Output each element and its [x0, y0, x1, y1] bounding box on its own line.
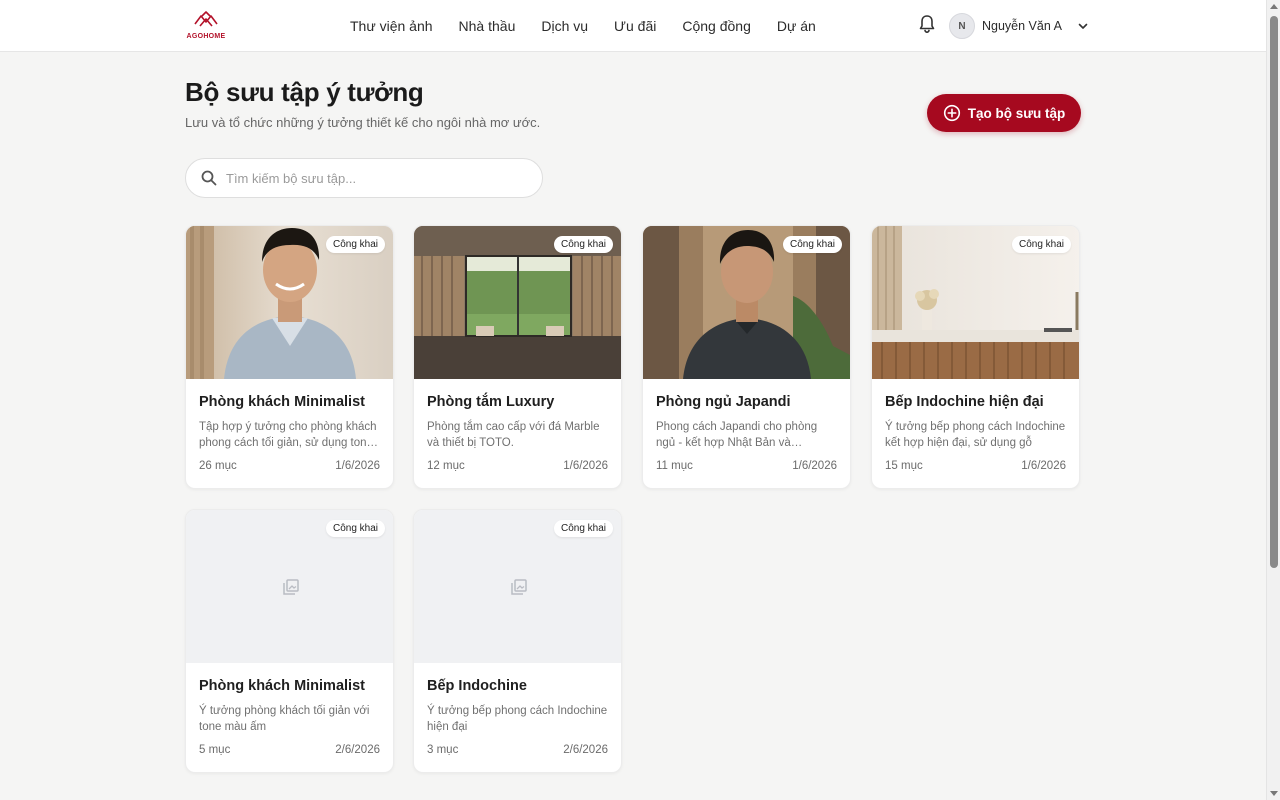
nav-item-photo-library[interactable]: Thư viện ảnh: [350, 18, 433, 34]
visibility-badge: Công khai: [325, 520, 385, 537]
nav-item-services[interactable]: Dịch vụ: [541, 18, 588, 34]
visibility-badge: Công khai: [553, 236, 613, 253]
collection-description: Phòng tắm cao cấp với đá Marble và thiết…: [427, 421, 600, 449]
collection-description: Tập hợp ý tưởng cho phòng khách phong cá…: [199, 421, 377, 449]
collection-item-count: 15 mục: [885, 460, 923, 472]
page-subtitle: Lưu và tổ chức những ý tưởng thiết kế ch…: [185, 115, 541, 130]
create-collection-label: Tạo bộ sưu tập: [967, 105, 1066, 121]
collection-thumbnail: Công khai: [186, 226, 393, 379]
page-scrollbar[interactable]: [1266, 0, 1280, 800]
search-icon: [201, 170, 217, 186]
collection-card[interactable]: Công khai Phòng tắm Luxury Phòng tắm cao…: [413, 225, 622, 489]
nav-item-contractors[interactable]: Nhà thầu: [459, 18, 516, 34]
collection-title: Phòng ngủ Japandi: [656, 394, 791, 410]
scroll-down-arrow-icon[interactable]: [1270, 791, 1278, 796]
plus-circle-icon: [943, 104, 960, 122]
main-nav: Thư viện ảnh Nhà thầu Dịch vụ Ưu đãi Cộn…: [350, 0, 816, 52]
agohome-logo[interactable]: AGOHOME: [184, 10, 228, 42]
nav-item-community[interactable]: Cộng đồng: [682, 18, 751, 34]
collection-thumbnail-placeholder: Công khai: [414, 510, 621, 663]
collection-description: Ý tưởng bếp phong cách Indochine kết hợp…: [885, 421, 1066, 449]
visibility-badge: Công khai: [553, 520, 613, 537]
collection-card[interactable]: Công khai Bếp Indochine Ý tưởng bếp phon…: [413, 509, 622, 773]
visibility-badge: Công khai: [1011, 236, 1071, 253]
collection-date: 2/6/2026: [335, 744, 380, 756]
logo-mark-icon: [194, 11, 218, 27]
collection-date: 1/6/2026: [792, 460, 837, 472]
collection-date: 1/6/2026: [1021, 460, 1066, 472]
collection-title: Phòng tắm Luxury: [427, 394, 555, 410]
nav-item-deals[interactable]: Ưu đãi: [614, 18, 656, 34]
user-menu[interactable]: N Nguyễn Văn A: [949, 13, 1089, 39]
collection-card[interactable]: Công khai Phòng khách Minimalist Ý tưởng…: [185, 509, 394, 773]
page-title: Bộ sưu tập ý tưởng: [185, 77, 424, 107]
collection-item-count: 5 mục: [199, 744, 231, 756]
collection-thumbnail: Công khai: [872, 226, 1079, 379]
avatar: N: [949, 13, 975, 39]
collection-item-count: 26 mục: [199, 460, 237, 472]
collection-card[interactable]: Công khai Phòng khách Minimalist Tập hợp…: [185, 225, 394, 489]
user-name: Nguyễn Văn A: [982, 19, 1062, 33]
top-navigation-bar: AGOHOME Thư viện ảnh Nhà thầu Dịch vụ Ưu…: [0, 0, 1266, 52]
collection-item-count: 11 mục: [656, 460, 693, 472]
collection-title: Phòng khách Minimalist: [199, 678, 365, 694]
search-box: [185, 158, 543, 198]
collection-description: Ý tưởng bếp phong cách Indochine hiện đạ…: [427, 705, 608, 733]
collection-thumbnail: Công khai: [643, 226, 850, 379]
collection-title: Bếp Indochine: [427, 678, 527, 694]
visibility-badge: Công khai: [782, 236, 842, 253]
nav-item-projects[interactable]: Dự án: [777, 18, 816, 34]
collection-title: Phòng khách Minimalist: [199, 394, 365, 410]
collection-thumbnail-placeholder: Công khai: [186, 510, 393, 663]
logo-text: AGOHOME: [186, 33, 226, 40]
collection-title: Bếp Indochine hiện đại: [885, 394, 1044, 410]
notification-bell-icon[interactable]: [918, 14, 936, 34]
collection-card[interactable]: Công khai Phòng ngủ Japandi Phong cách J…: [642, 225, 851, 489]
collection-item-count: 12 mục: [427, 460, 465, 472]
collection-description: Ý tưởng phòng khách tối giản với tone mà…: [199, 705, 370, 733]
collection-date: 2/6/2026: [563, 744, 608, 756]
scroll-up-arrow-icon[interactable]: [1270, 4, 1278, 9]
collection-card[interactable]: Công khai Bếp Indochine hiện đại Ý tưởng…: [871, 225, 1080, 489]
image-placeholder-icon: [511, 579, 527, 595]
collection-description: Phong cách Japandi cho phòng ngủ - kết h…: [656, 421, 818, 449]
collection-item-count: 3 mục: [427, 744, 459, 756]
image-placeholder-icon: [283, 579, 299, 595]
collection-date: 1/6/2026: [335, 460, 380, 472]
collection-date: 1/6/2026: [563, 460, 608, 472]
search-input[interactable]: [226, 170, 526, 186]
chevron-down-icon: [1078, 23, 1088, 29]
create-collection-button[interactable]: Tạo bộ sưu tập: [927, 94, 1081, 132]
visibility-badge: Công khai: [325, 236, 385, 253]
scrollbar-thumb[interactable]: [1270, 16, 1278, 568]
collection-thumbnail: Công khai: [414, 226, 621, 379]
